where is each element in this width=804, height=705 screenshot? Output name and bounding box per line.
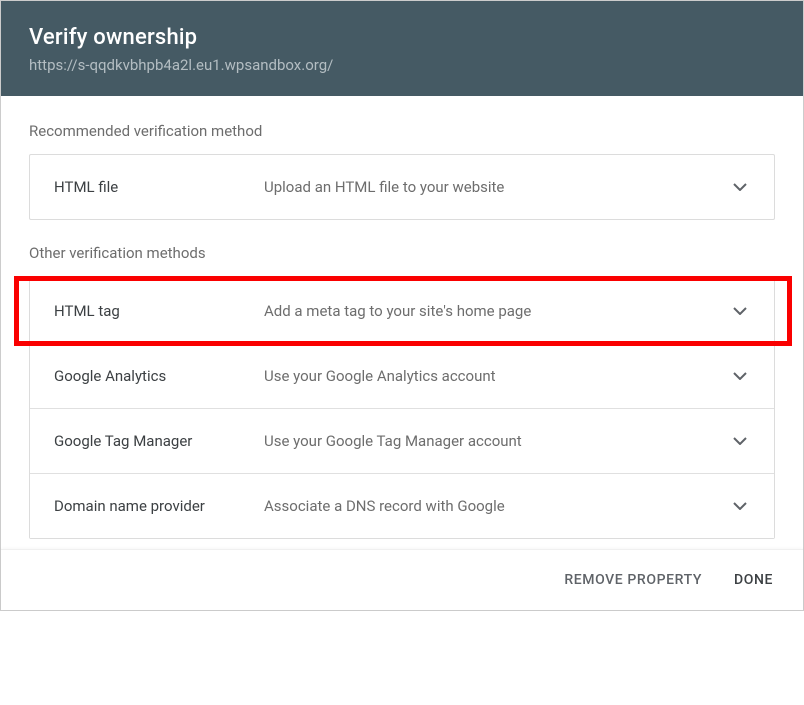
- dialog-title: Verify ownership: [29, 25, 775, 50]
- method-name: HTML tag: [54, 302, 264, 320]
- chevron-down-icon: [730, 366, 750, 386]
- chevron-down-icon: [730, 496, 750, 516]
- dialog-body: Recommended verification method HTML fil…: [1, 96, 803, 549]
- method-html-tag[interactable]: HTML tag Add a meta tag to your site's h…: [30, 279, 774, 344]
- verify-ownership-dialog: Verify ownership https://s-qqdkvbhpb4a2l…: [0, 0, 804, 611]
- method-name: Google Tag Manager: [54, 432, 264, 450]
- other-section-label: Other verification methods: [29, 244, 775, 262]
- method-google-analytics[interactable]: Google Analytics Use your Google Analyti…: [30, 344, 774, 409]
- method-name: Domain name provider: [54, 497, 264, 515]
- recommended-section-label: Recommended verification method: [29, 122, 775, 140]
- method-google-tag-manager[interactable]: Google Tag Manager Use your Google Tag M…: [30, 409, 774, 474]
- remove-property-button[interactable]: REMOVE PROPERTY: [562, 568, 704, 592]
- method-desc: Use your Google Tag Manager account: [264, 432, 730, 450]
- method-name: Google Analytics: [54, 367, 264, 385]
- chevron-down-icon: [730, 177, 750, 197]
- method-domain-name-provider[interactable]: Domain name provider Associate a DNS rec…: [30, 474, 774, 538]
- method-name: HTML file: [54, 178, 264, 196]
- method-desc: Associate a DNS record with Google: [264, 497, 730, 515]
- method-desc: Use your Google Analytics account: [264, 367, 730, 385]
- chevron-down-icon: [730, 431, 750, 451]
- other-methods-list: HTML tag Add a meta tag to your site's h…: [29, 278, 775, 539]
- chevron-down-icon: [730, 301, 750, 321]
- dialog-footer: REMOVE PROPERTY DONE: [1, 549, 803, 610]
- dialog-header: Verify ownership https://s-qqdkvbhpb4a2l…: [1, 1, 803, 96]
- done-button[interactable]: DONE: [732, 568, 775, 592]
- method-desc: Upload an HTML file to your website: [264, 178, 730, 196]
- method-desc: Add a meta tag to your site's home page: [264, 302, 730, 320]
- method-html-file[interactable]: HTML file Upload an HTML file to your we…: [29, 154, 775, 220]
- dialog-subtitle: https://s-qqdkvbhpb4a2l.eu1.wpsandbox.or…: [29, 56, 775, 74]
